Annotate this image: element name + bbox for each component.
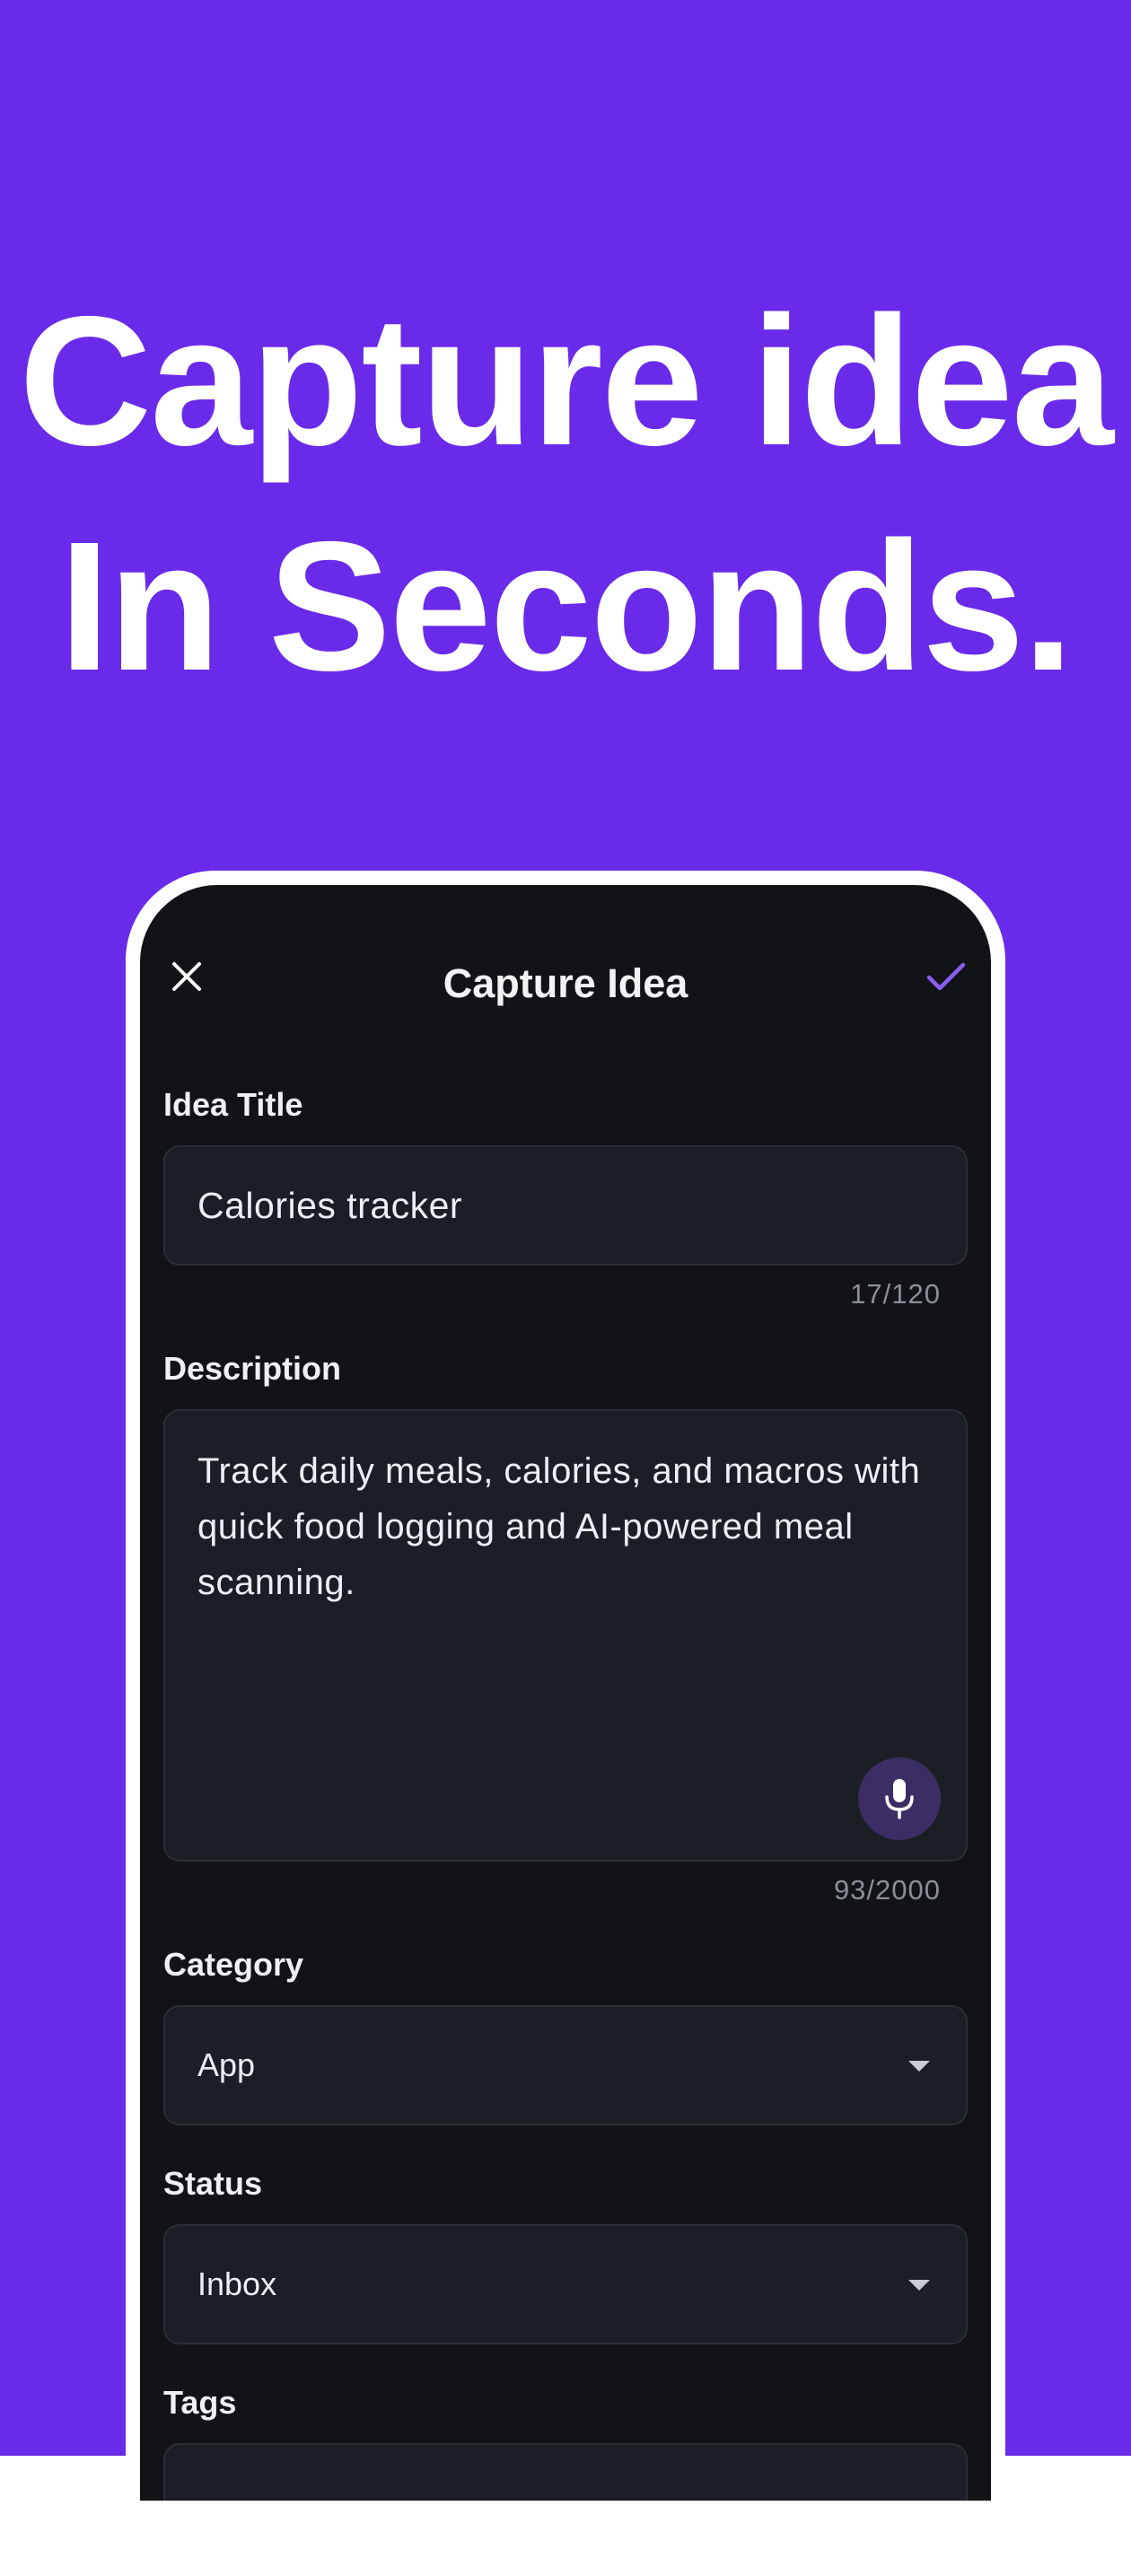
tags-input[interactable]: [163, 2443, 968, 2501]
check-icon: [926, 962, 966, 991]
idea-title-counter: 17/120: [850, 1278, 941, 1310]
voice-input-button[interactable]: [858, 1757, 941, 1840]
status-label: Status: [163, 2165, 263, 2202]
description-value: Track daily meals, calories, and macros …: [197, 1451, 921, 1602]
tags-label: Tags: [163, 2384, 237, 2421]
category-select[interactable]: App: [163, 2005, 968, 2125]
hero-headline-line1: Capture idea: [19, 278, 1114, 484]
idea-title-label: Idea Title: [163, 1086, 303, 1123]
caret-down-icon: [908, 2280, 930, 2291]
status-value: Inbox: [197, 2265, 277, 2302]
status-select[interactable]: Inbox: [163, 2224, 968, 2344]
idea-title-value: Calories tracker: [197, 1185, 463, 1226]
category-value: App: [197, 2046, 256, 2083]
hero-headline-line2: In Seconds.: [58, 504, 1074, 709]
idea-title-input[interactable]: Calories tracker: [163, 1145, 968, 1266]
category-label: Category: [163, 1946, 304, 1983]
description-label: Description: [163, 1350, 342, 1387]
caret-down-icon: [908, 2061, 930, 2072]
phone-screen: Capture Idea Idea Title Calories tracker…: [140, 885, 991, 2501]
microphone-icon: [885, 1779, 914, 1819]
screen-title: Capture Idea: [443, 960, 688, 1006]
save-button[interactable]: [917, 950, 975, 1003]
description-counter: 93/2000: [833, 1874, 941, 1906]
description-input[interactable]: Track daily meals, calories, and macros …: [163, 1409, 968, 1862]
